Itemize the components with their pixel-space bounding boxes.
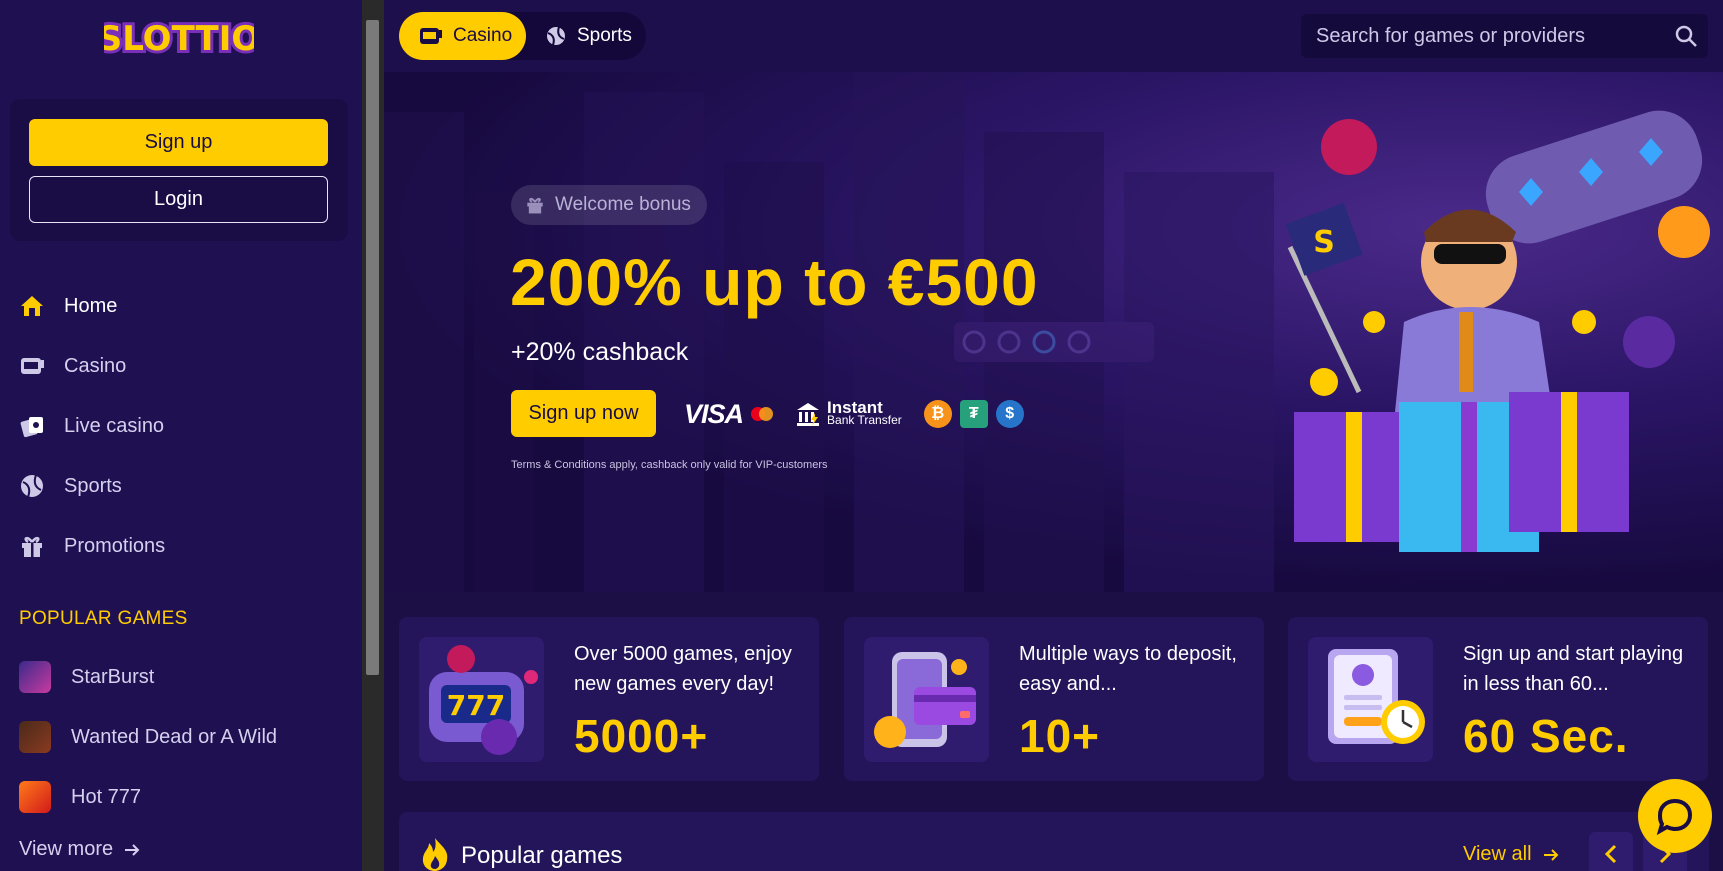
home-icon [18, 292, 46, 320]
svg-text:S: S [1313, 225, 1335, 260]
stat-description: Over 5000 games, enjoy new games every d… [574, 643, 792, 695]
sidebar-item-label: Sports [64, 474, 122, 497]
sidebar-item-label: Live casino [64, 414, 165, 437]
sidebar-item-sports[interactable]: Sports [18, 466, 338, 506]
ball-icon [18, 472, 46, 500]
gift-icon [525, 195, 545, 215]
scrollbar-thumb[interactable] [366, 20, 379, 675]
payment-methods: VISA Instant Bank Transfer ₿ ₮ $ [684, 394, 1032, 434]
stat-card-signup-time: Sign up and start playing in less than 6… [1288, 617, 1708, 781]
mastercard-icon [749, 405, 775, 423]
city-background [384, 72, 1274, 592]
search-icon[interactable] [1674, 24, 1698, 53]
ball-icon [545, 25, 567, 47]
view-all-link[interactable]: View all [1463, 843, 1560, 866]
stat-card-games: 777 Over 5000 games, enjoy new games eve… [399, 617, 819, 781]
arrow-right-icon [1542, 847, 1560, 863]
bank-transfer-label: Bank Transfer [827, 413, 902, 427]
stat-number: 5000+ [574, 710, 709, 762]
chevron-left-icon [1604, 844, 1618, 864]
usdc-icon: $ [995, 400, 1024, 428]
hero-title: 200% up to €500 [510, 245, 1039, 319]
sidebar-game-starburst[interactable]: StarBurst [19, 657, 154, 697]
bitcoin-icon: ₿ [923, 400, 952, 428]
signup-button[interactable]: Sign up [29, 119, 328, 166]
category-tabs: Casino Sports [399, 12, 646, 60]
game-thumbnail [19, 781, 51, 813]
search-input[interactable] [1316, 24, 1656, 48]
view-all-label: View all [1463, 843, 1532, 865]
game-thumbnail [19, 661, 51, 693]
sidebar-item-label: Casino [64, 354, 127, 377]
popular-games-section: Popular games View all [399, 812, 1709, 871]
svg-text:777: 777 [447, 689, 505, 722]
game-thumbnail [19, 721, 51, 753]
stat-description: Sign up and start playing in less than 6… [1463, 643, 1684, 695]
bank-icon [795, 401, 821, 427]
slot-machine-icon [419, 25, 443, 47]
sidebar-item-promotions[interactable]: Promotions [18, 526, 338, 566]
sidebar-game-hot777[interactable]: Hot 777 [19, 777, 141, 817]
game-label: Wanted Dead or A Wild [71, 725, 278, 748]
popular-games-heading: POPULAR GAMES [19, 608, 188, 629]
stat-card-deposit: Multiple ways to deposit, easy and... 10… [844, 617, 1264, 781]
game-label: Hot 777 [71, 785, 142, 808]
stat-number: 60 Sec. [1463, 710, 1629, 762]
sidebar-item-home[interactable]: Home [18, 286, 338, 326]
tab-label: Casino [453, 25, 513, 46]
phone-card-illustration [864, 637, 989, 762]
popular-games-title: Popular games [461, 842, 623, 869]
tab-label: Sports [577, 25, 632, 46]
chat-bubble-icon [1655, 796, 1695, 836]
slot-machine-illustration: 777 [419, 637, 544, 762]
svg-text:SLOTTIO: SLOTTIO [104, 19, 254, 59]
instant-bank-transfer-logo: Instant Bank Transfer [795, 399, 902, 427]
top-bar: Casino Sports [384, 0, 1723, 72]
sidebar-item-label: Promotions [64, 534, 166, 557]
live-chat-button[interactable] [1638, 779, 1712, 853]
hero-character-illustration: S [1285, 110, 1710, 552]
sidebar: SLOTTIO Sign up Login Home Casino Live c… [0, 0, 362, 871]
view-more-link[interactable]: View more [19, 838, 141, 861]
tab-sports[interactable]: Sports [532, 12, 642, 60]
sidebar-item-label: Home [64, 294, 118, 317]
tab-casino[interactable]: Casino [399, 12, 526, 60]
hero-banner: Welcome bonus 200% up to €500 +20% cashb… [384, 72, 1723, 592]
form-stopwatch-illustration [1308, 637, 1433, 762]
stat-number: 10+ [1019, 710, 1101, 762]
auth-panel: Sign up Login [10, 99, 348, 241]
welcome-bonus-badge: Welcome bonus [511, 185, 707, 225]
sidebar-scrollbar[interactable] [362, 0, 384, 871]
terms-text: Terms & Conditions apply, cashback only … [511, 459, 828, 471]
hero-subtitle: +20% cashback [511, 338, 689, 366]
visa-logo: VISA [684, 398, 744, 429]
sidebar-item-casino[interactable]: Casino [18, 346, 338, 386]
stat-description: Multiple ways to deposit, easy and... [1019, 643, 1237, 695]
sidebar-item-live-casino[interactable]: Live casino [18, 406, 338, 446]
slot-machine-icon [18, 352, 46, 380]
brand-logo[interactable]: SLOTTIO [95, 14, 264, 62]
arrow-right-icon [123, 842, 141, 858]
cards-icon [18, 412, 46, 440]
badge-label: Welcome bonus [555, 194, 691, 215]
tether-icon: ₮ [959, 400, 988, 428]
sidebar-game-wanted[interactable]: Wanted Dead or A Wild [19, 717, 277, 757]
search-bar [1301, 14, 1708, 58]
game-label: StarBurst [71, 665, 155, 688]
login-button[interactable]: Login [29, 176, 328, 223]
carousel-prev-button[interactable] [1589, 832, 1633, 871]
gift-icon [18, 532, 46, 560]
fire-icon [419, 836, 451, 871]
view-more-label: View more [19, 838, 114, 860]
signup-now-button[interactable]: Sign up now [511, 390, 656, 437]
